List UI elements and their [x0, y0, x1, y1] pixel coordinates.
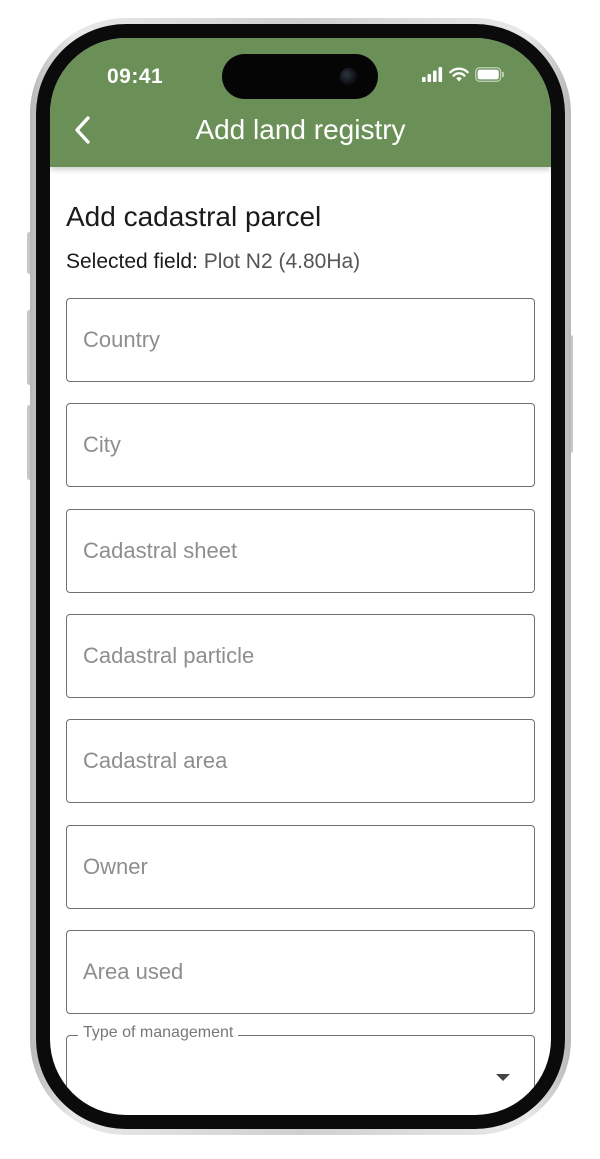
phone-screen: 09:41 Add land registry Add cadastral pa…: [50, 38, 551, 1115]
city-field-box: [66, 403, 535, 487]
country-input[interactable]: [67, 299, 534, 381]
type-of-management-label: Type of management: [78, 1024, 239, 1042]
cadastral-particle-field-box: [66, 614, 535, 698]
cadastral-area-field-box: [66, 719, 535, 803]
cadastral-sheet-input[interactable]: [67, 510, 534, 592]
wifi-icon: [449, 67, 469, 82]
status-icons: [421, 66, 505, 82]
owner-field-box: [66, 825, 535, 909]
selected-field-value: Plot N2 (4.80Ha): [203, 250, 361, 273]
selected-field-info: Selected field: Plot N2 (4.80Ha): [66, 250, 360, 274]
signal-icon: [422, 67, 443, 82]
cadastral-sheet-field-box: [66, 509, 535, 593]
country-field-box: [66, 298, 535, 382]
status-time: 09:41: [107, 65, 164, 88]
owner-input[interactable]: [67, 826, 534, 908]
cadastral-particle-input[interactable]: [67, 615, 534, 697]
page-title: Add land registry: [195, 114, 406, 145]
dynamic-island: [222, 54, 378, 99]
dropdown-arrow-icon: [496, 1074, 510, 1081]
area-used-field-box: [66, 930, 535, 1014]
cadastral-area-input[interactable]: [67, 720, 534, 802]
form-title: Add cadastral parcel: [66, 201, 322, 232]
city-input[interactable]: [67, 404, 534, 486]
type-of-management-select[interactable]: Type of management: [66, 1024, 535, 1115]
selected-field-label: Selected field:: [66, 250, 198, 273]
app-header: 09:41 Add land registry: [50, 38, 551, 167]
front-camera-icon: [340, 68, 357, 85]
battery-icon: [475, 66, 504, 82]
area-used-input[interactable]: [67, 931, 534, 1013]
